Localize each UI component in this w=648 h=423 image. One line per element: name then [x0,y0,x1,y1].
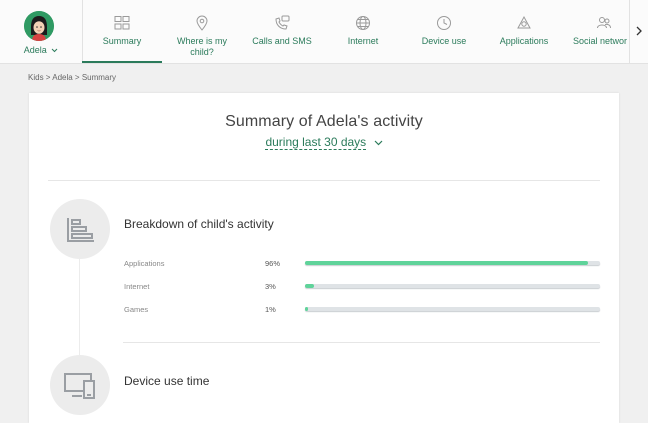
device-use-icon-circle [50,355,110,415]
clock-icon [435,14,453,32]
tab-where-is-my-child[interactable]: Where is my child? [162,0,242,63]
tab-calls-and-sms[interactable]: Calls and SMS [242,0,322,63]
tab-social-networks[interactable]: Social networ [564,0,630,63]
breakdown-icon-circle [50,199,110,259]
bar-list-icon [50,218,110,263]
progress-fill [305,261,588,265]
tab-label: Internet [347,36,379,46]
tab-label: Social networ [573,36,628,46]
period-selector[interactable]: during last 30 days [29,135,619,150]
child-avatar [24,11,54,41]
chevron-right-icon [630,26,648,67]
row-percent: 3% [265,282,276,291]
progress-bar [305,284,600,288]
progress-fill [305,284,314,288]
row-percent: 1% [265,305,276,314]
tab-applications[interactable]: Applications [484,0,564,63]
tab-summary[interactable]: Summary [82,0,162,63]
chevron-down-icon [370,135,383,149]
location-pin-icon [193,14,211,32]
tab-label: Where is my child? [176,36,227,57]
section-title: Breakdown of child's activity [124,217,274,231]
tab-label: Applications [499,36,549,46]
applications-icon [515,14,533,32]
breadcrumb: Kids > Adela > Summary [28,73,117,82]
progress-bar [305,307,600,311]
row-label: Games [124,305,149,314]
phone-sms-icon [273,14,291,32]
section-title: Device use time [124,374,210,388]
summary-card: Summary of Adela's activity during last … [29,93,619,423]
tab-label: Calls and SMS [252,36,312,46]
scroll-tabs-right-button[interactable] [629,0,648,63]
top-navigation-bar: Adela Summary Where is my child? Calls a… [0,0,648,64]
child-name: Adela [23,45,47,55]
tab-device-use[interactable]: Device use [404,0,484,63]
child-profile-selector[interactable]: Adela [0,0,83,63]
page-title: Summary of Adela's activity [225,113,423,130]
tab-label: Summary [102,36,142,46]
globe-icon [354,14,372,32]
progress-bar [305,261,600,265]
period-label: during last 30 days [265,135,367,150]
tab-label: Device use [421,36,467,46]
timeline-line [79,258,80,358]
devices-icon [50,373,110,419]
people-icon [595,14,613,32]
row-label: Internet [124,282,150,291]
child-name-dropdown[interactable]: Adela [0,45,82,55]
divider [123,342,600,343]
chevron-down-icon [49,45,58,55]
tab-internet[interactable]: Internet [322,0,404,63]
summary-icon [113,14,131,32]
divider [48,180,600,181]
row-percent: 96% [265,259,281,268]
progress-fill [305,307,308,311]
row-label: Applications [124,259,165,268]
